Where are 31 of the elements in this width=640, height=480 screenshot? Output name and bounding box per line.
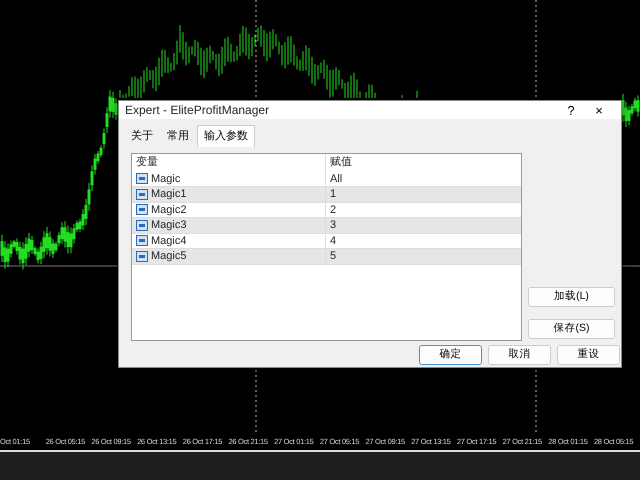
parameter-value[interactable]: 1 bbox=[326, 186, 336, 202]
parameter-value[interactable]: All bbox=[326, 170, 342, 187]
number-icon bbox=[136, 250, 148, 262]
number-icon bbox=[136, 220, 148, 231]
tab[interactable]: 关于 bbox=[125, 125, 159, 146]
dialog-button[interactable]: 确定 bbox=[419, 344, 482, 364]
parameter-value[interactable]: 4 bbox=[326, 232, 336, 249]
tab[interactable]: 输入参数 bbox=[197, 125, 255, 146]
parameter-name: Magic bbox=[151, 172, 180, 186]
parameter-value[interactable]: 2 bbox=[326, 202, 336, 218]
number-icon bbox=[136, 235, 148, 246]
number-icon bbox=[136, 173, 148, 184]
side-button[interactable]: 保存(S) bbox=[528, 318, 615, 338]
help-button[interactable]: ? bbox=[557, 104, 585, 116]
parameter-name: Magic5 bbox=[151, 249, 186, 264]
parameter-name: Magic3 bbox=[151, 218, 186, 233]
dialog-button[interactable]: 取消 bbox=[488, 344, 551, 364]
side-button[interactable]: 加载(L) bbox=[528, 286, 615, 306]
column-header: 赋值 bbox=[329, 155, 352, 170]
number-icon bbox=[136, 204, 148, 216]
parameter-name: Magic1 bbox=[151, 187, 186, 202]
close-button[interactable]: × bbox=[585, 104, 613, 116]
parameter-value[interactable]: 5 bbox=[326, 248, 336, 264]
parameter-value[interactable]: 3 bbox=[326, 217, 336, 234]
tab[interactable]: 常用 bbox=[161, 125, 195, 146]
dialog-button[interactable]: 重设 bbox=[557, 344, 620, 364]
parameter-name: Magic4 bbox=[151, 234, 186, 248]
window-title: Expert - EliteProfitManager bbox=[125, 102, 270, 119]
column-header: 变量 bbox=[136, 154, 158, 170]
parameter-name: Magic2 bbox=[151, 202, 186, 218]
number-icon bbox=[136, 188, 148, 200]
